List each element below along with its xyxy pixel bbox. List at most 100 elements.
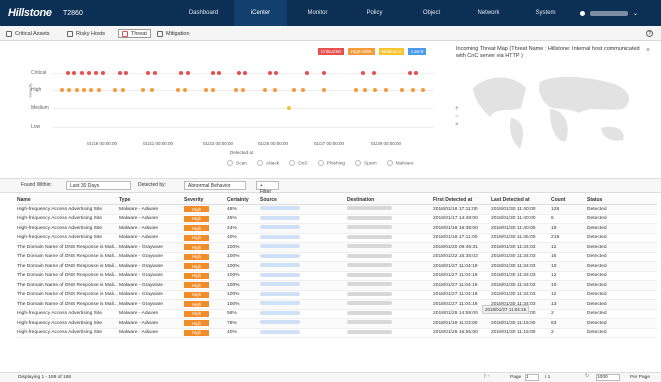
add-filter-button[interactable]: + Filter (256, 181, 279, 195)
table-row[interactable]: The Domain Name of DNS Response is Mali.… (17, 262, 657, 272)
type-header[interactable]: Type (119, 197, 184, 203)
high-threat-point[interactable] (183, 88, 187, 92)
table-row[interactable]: High-frequency Access Advertising Site Ma… (17, 215, 657, 224)
pagination-arrows[interactable]: |‹ ‹ (484, 374, 490, 379)
high-threat-point[interactable] (384, 88, 388, 92)
zoom-in-icon[interactable]: + (455, 106, 459, 112)
refresh-icon[interactable]: ↻ (585, 374, 589, 379)
critical-threat-point[interactable] (80, 71, 84, 75)
count-header[interactable]: Count (551, 197, 587, 203)
table-row[interactable]: The Domain Name of DNS Response is Mali.… (17, 243, 657, 253)
table-row[interactable]: High-frequency Access Advertising Site Ma… (17, 234, 657, 243)
high-threat-point[interactable] (354, 88, 358, 92)
table-row[interactable]: The Domain Name of DNS Response is Mali.… (17, 291, 657, 300)
high-threat-point[interactable] (75, 88, 79, 92)
critical-threat-point[interactable] (94, 71, 98, 75)
severity-header[interactable]: Severity (184, 197, 227, 203)
critical-threat-point[interactable] (118, 71, 122, 75)
help-icon[interactable]: ? (646, 30, 653, 37)
tab-critical-assets[interactable]: Critical Assets (6, 29, 50, 38)
critical-threat-point[interactable] (101, 71, 105, 75)
table-row[interactable]: High-frequency Access Advertising Site Ma… (17, 310, 657, 319)
critical-threat-point[interactable] (66, 71, 70, 75)
critical-threat-point[interactable] (237, 71, 241, 75)
name-header[interactable]: Name (17, 197, 119, 203)
critical-threat-point[interactable] (179, 71, 183, 75)
nav-dashboard[interactable]: Dashboard (177, 0, 230, 26)
table-row[interactable]: High-frequency Access Advertising Site Ma… (17, 205, 657, 215)
nav-system[interactable]: System (519, 0, 572, 26)
page-size-select[interactable]: 1000 (596, 374, 620, 381)
legend-attack[interactable]: Attack (257, 160, 279, 166)
critical-threat-point[interactable] (274, 71, 278, 75)
high-threat-point[interactable] (89, 88, 93, 92)
source-header[interactable]: Source (260, 197, 347, 203)
nav-object[interactable]: Object (405, 0, 458, 26)
high-threat-point[interactable] (82, 88, 86, 92)
high-badge[interactable]: High:1996 (348, 48, 375, 55)
table-row[interactable]: The Domain Name of DNS Response is Mali.… (17, 300, 657, 310)
medium-threat-point[interactable] (287, 106, 291, 110)
high-threat-point[interactable] (234, 88, 238, 92)
high-threat-point[interactable] (263, 88, 267, 92)
high-threat-point[interactable] (113, 88, 117, 92)
high-threat-point[interactable] (121, 88, 125, 92)
table-row[interactable]: High-frequency Access Advertising Site Ma… (17, 319, 657, 329)
destination-header[interactable]: Destination (347, 197, 433, 203)
high-threat-point[interactable] (176, 88, 180, 92)
critical-threat-point[interactable] (72, 71, 76, 75)
high-threat-point[interactable] (67, 88, 71, 92)
legend-malware[interactable]: Malware (387, 160, 414, 166)
last-detected-header[interactable]: Last Detected at (491, 197, 551, 203)
nav-monitor[interactable]: Monitor (291, 0, 344, 26)
zoom-out-icon[interactable]: − (455, 114, 459, 120)
user-menu[interactable]: ⌄ (580, 9, 650, 17)
high-threat-point[interactable] (411, 88, 415, 92)
critical-threat-point[interactable] (217, 71, 221, 75)
legend-scan[interactable]: Scan (227, 160, 247, 166)
high-threat-point[interactable] (292, 88, 296, 92)
high-threat-point[interactable] (373, 88, 377, 92)
close-icon[interactable]: × (646, 47, 650, 54)
high-threat-point[interactable] (273, 88, 277, 92)
critical-threat-point[interactable] (186, 71, 190, 75)
time-range-select[interactable]: Last 30 Days (66, 181, 131, 190)
critical-threat-point[interactable] (268, 71, 272, 75)
tab-mitigation[interactable]: Mitigation (157, 29, 190, 38)
nav-icenter[interactable]: iCenter (234, 0, 287, 26)
critical-threat-point[interactable] (305, 71, 309, 75)
first-detected-header[interactable]: First Detected at (433, 197, 491, 203)
legend-phishing[interactable]: Phishing (318, 160, 345, 166)
critical-threat-point[interactable] (124, 71, 128, 75)
critical-threat-point[interactable] (372, 71, 376, 75)
high-threat-point[interactable] (241, 88, 245, 92)
critical-threat-point[interactable] (414, 71, 418, 75)
reset-icon[interactable]: × (455, 122, 459, 128)
tab-risky-hosts[interactable]: Risky Hosts (67, 29, 105, 38)
critical-threat-point[interactable] (87, 71, 91, 75)
critical-threat-point[interactable] (146, 71, 150, 75)
high-threat-point[interactable] (322, 88, 326, 92)
high-threat-point[interactable] (60, 88, 64, 92)
high-threat-point[interactable] (204, 88, 208, 92)
high-threat-point[interactable] (363, 88, 367, 92)
page-input[interactable]: 1 (525, 374, 539, 381)
table-row[interactable]: High-frequency Access Advertising Site Ma… (17, 224, 657, 234)
critical-threat-point[interactable] (211, 71, 215, 75)
tab-threat[interactable]: Threat (118, 29, 151, 38)
legend-spam[interactable]: Spam (355, 160, 377, 166)
nav-policy[interactable]: Policy (348, 0, 401, 26)
critical-threat-point[interactable] (361, 71, 365, 75)
high-threat-point[interactable] (211, 88, 215, 92)
legend-dos[interactable]: DoS (289, 160, 307, 166)
critical-threat-point[interactable] (408, 71, 412, 75)
high-threat-point[interactable] (400, 88, 404, 92)
critical-threat-point[interactable] (322, 71, 326, 75)
high-threat-point[interactable] (150, 88, 154, 92)
table-row[interactable]: High-frequency Access Advertising Site Ma… (17, 329, 657, 338)
low-badge[interactable]: Low:0 (408, 48, 427, 55)
table-row[interactable]: The Domain Name of DNS Response is Mali.… (17, 281, 657, 291)
high-threat-point[interactable] (97, 88, 101, 92)
critical-badge[interactable]: Critical:60 (318, 48, 345, 55)
critical-threat-point[interactable] (153, 71, 157, 75)
